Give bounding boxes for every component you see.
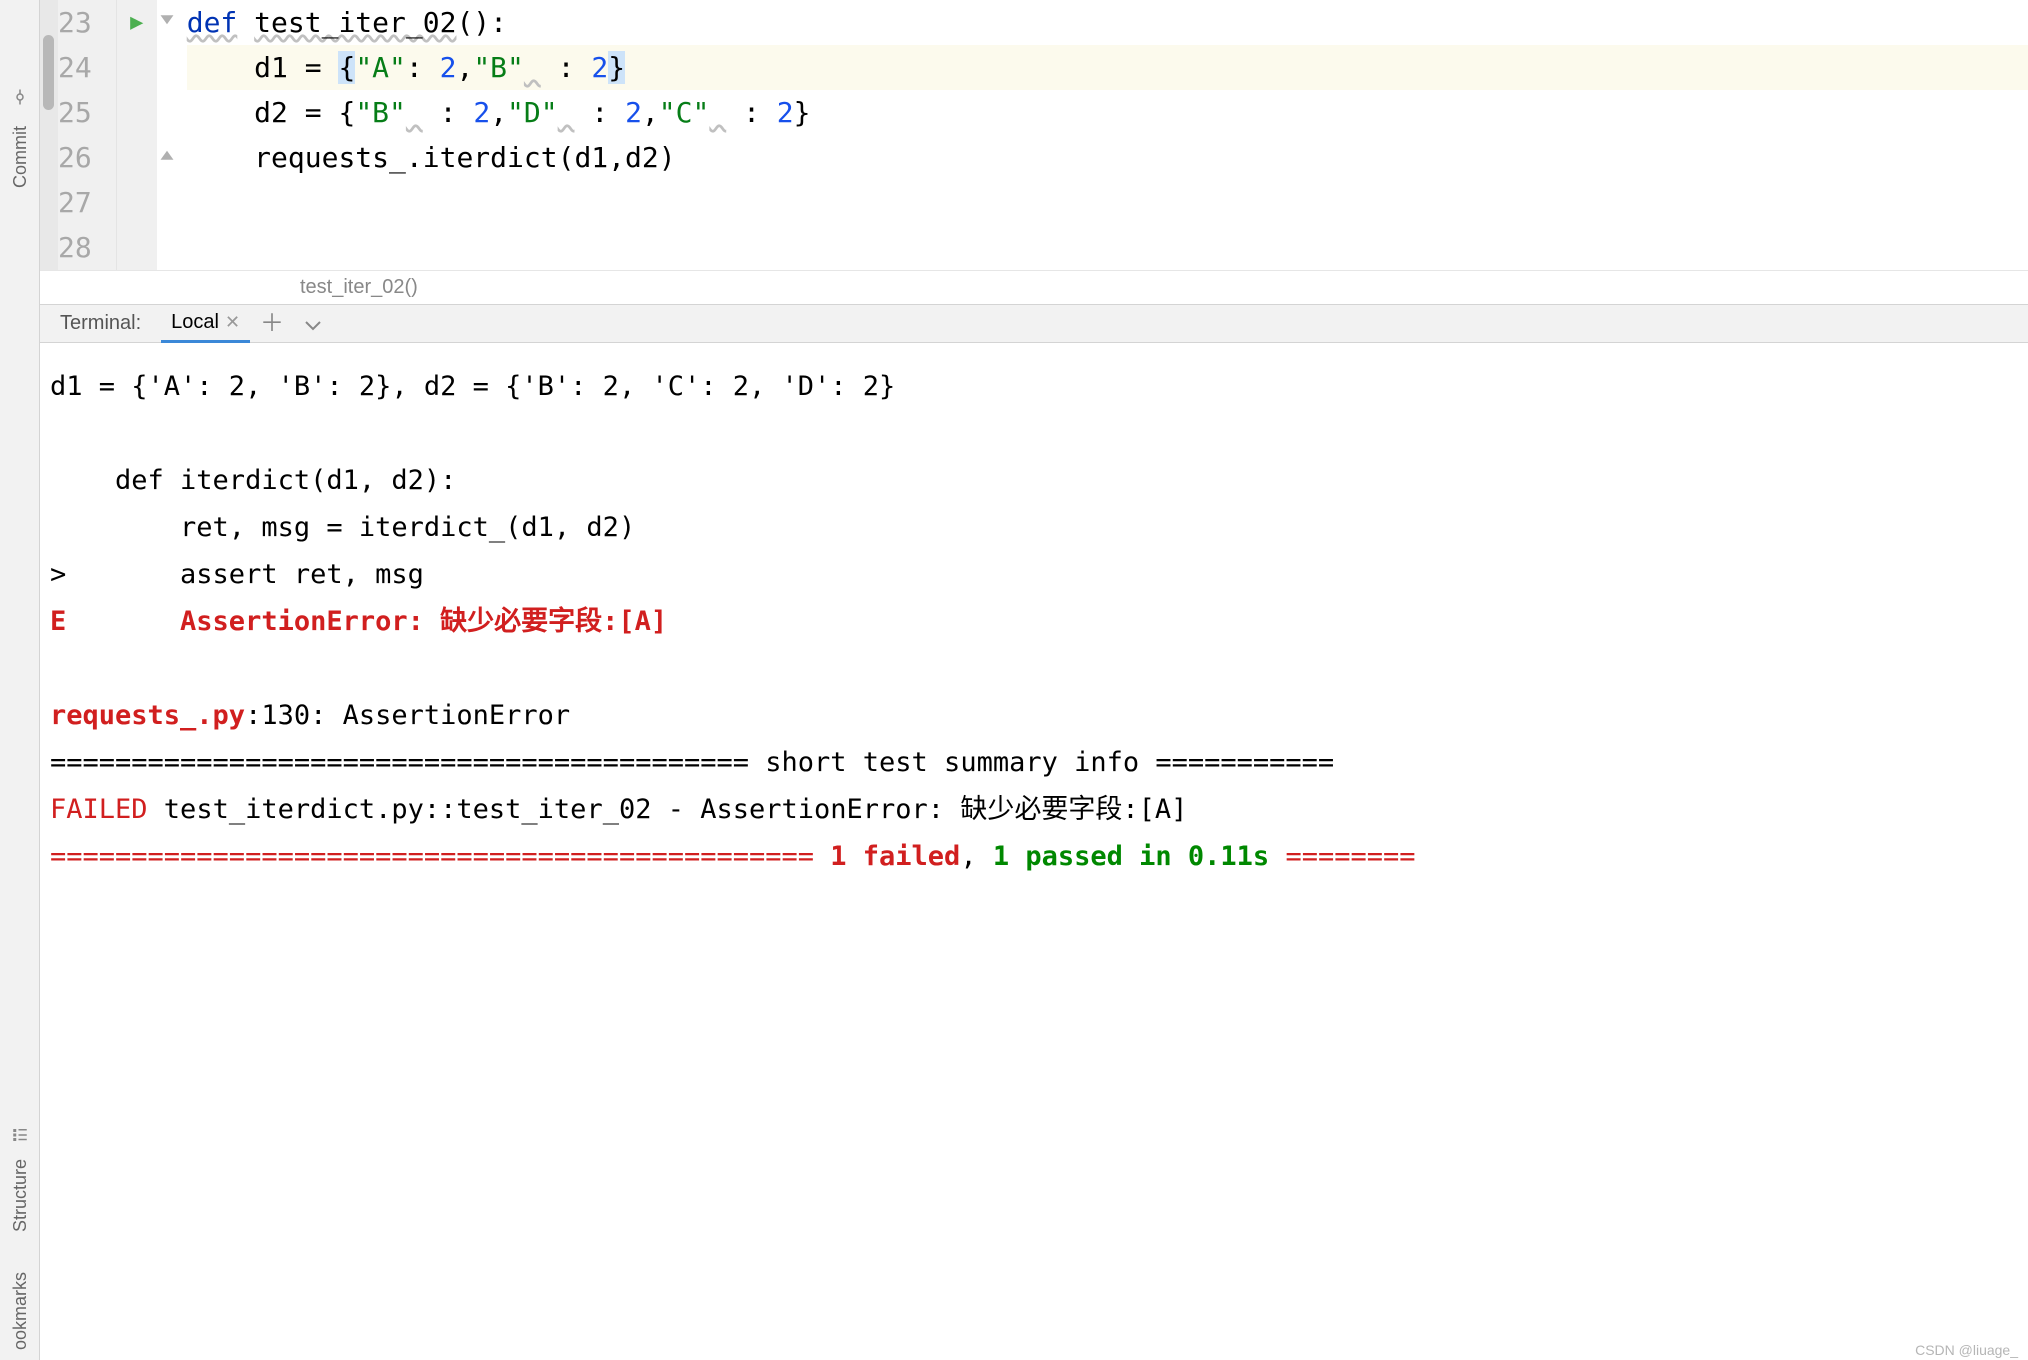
sidebar-tab-bookmarks[interactable]: ookmarks [11,1262,29,1360]
scroll-thumb[interactable] [43,35,54,110]
terminal-header: Terminal: Local ✕ ＋ [40,305,2028,343]
fold-open-icon[interactable] [160,13,174,27]
terminal-options-button[interactable] [304,312,322,336]
run-test-icon[interactable]: ▶ [130,10,143,35]
code-content[interactable]: def test_iter_02(): d1 = {"A": 2,"B" : 2… [157,0,2028,270]
terminal-title: Terminal: [50,312,151,335]
line-number: 28 [58,225,108,270]
line-number-gutter: 23 24 25 26 27 28 [58,0,117,270]
close-icon[interactable]: ✕ [225,312,240,333]
terminal-output[interactable]: d1 = {'A': 2, 'B': 2}, d2 = {'B': 2, 'C'… [40,343,2028,1360]
terminal-text: ret, msg = iterdict_(d1, d2) [50,512,635,543]
terminal-text: def iterdict(d1, d2): [50,465,456,496]
code-line[interactable]: requests_.iterdict(d1,d2) [187,135,2028,180]
run-gutter: ▶ [117,0,157,270]
terminal-error-file: requests_.py [50,700,245,731]
line-number: 25 [58,90,108,135]
line-number: 27 [58,180,108,225]
tool-sidebar: Commit Structure ookmarks [0,0,40,1360]
terminal-summary-header: ========================================… [50,747,765,778]
sidebar-tab-commit[interactable]: Commit [11,116,29,198]
line-number: 24 [58,45,108,90]
code-line[interactable]: d2 = {"B" : 2,"D" : 2,"C" : 2} [187,90,2028,135]
terminal-failed-line: FAILED [50,794,148,825]
terminal-tab-label: Local [171,311,219,334]
terminal-tab-local[interactable]: Local ✕ [161,305,250,343]
code-editor[interactable]: 23 24 25 26 27 28 ▶ def test_ [40,0,2028,270]
editor-scrollbar[interactable] [40,0,58,270]
code-line[interactable] [187,225,2028,270]
code-line-current[interactable]: d1 = {"A": 2,"B" : 2} [187,45,2028,90]
terminal-text: > assert ret, msg [50,559,424,590]
structure-icon [11,1126,29,1144]
code-line[interactable]: def test_iter_02(): [187,0,2028,45]
fold-gutter [157,0,177,270]
terminal-result-line: ========================================… [50,841,830,872]
watermark: CSDN @liuage_ [1915,1342,2018,1358]
line-number: 23 [58,0,108,45]
terminal-text: d1 = {'A': 2, 'B': 2}, d2 = {'B': 2, 'C'… [50,371,895,402]
fold-close-icon[interactable] [160,148,174,162]
sidebar-tab-structure[interactable]: Structure [11,1149,29,1242]
terminal-error: E AssertionError: [50,606,440,637]
breadcrumb-item[interactable]: test_iter_02() [300,276,418,298]
add-terminal-button[interactable]: ＋ [260,312,284,336]
main-area: 23 24 25 26 27 28 ▶ def test_ [40,0,2028,1360]
code-line[interactable] [187,180,2028,225]
commit-icon [11,88,29,106]
breadcrumb[interactable]: test_iter_02() [40,270,2028,305]
chevron-down-icon [304,319,322,331]
line-number: 26 [58,135,108,180]
terminal-panel: Terminal: Local ✕ ＋ d1 = {'A': 2, 'B': 2… [40,305,2028,1360]
